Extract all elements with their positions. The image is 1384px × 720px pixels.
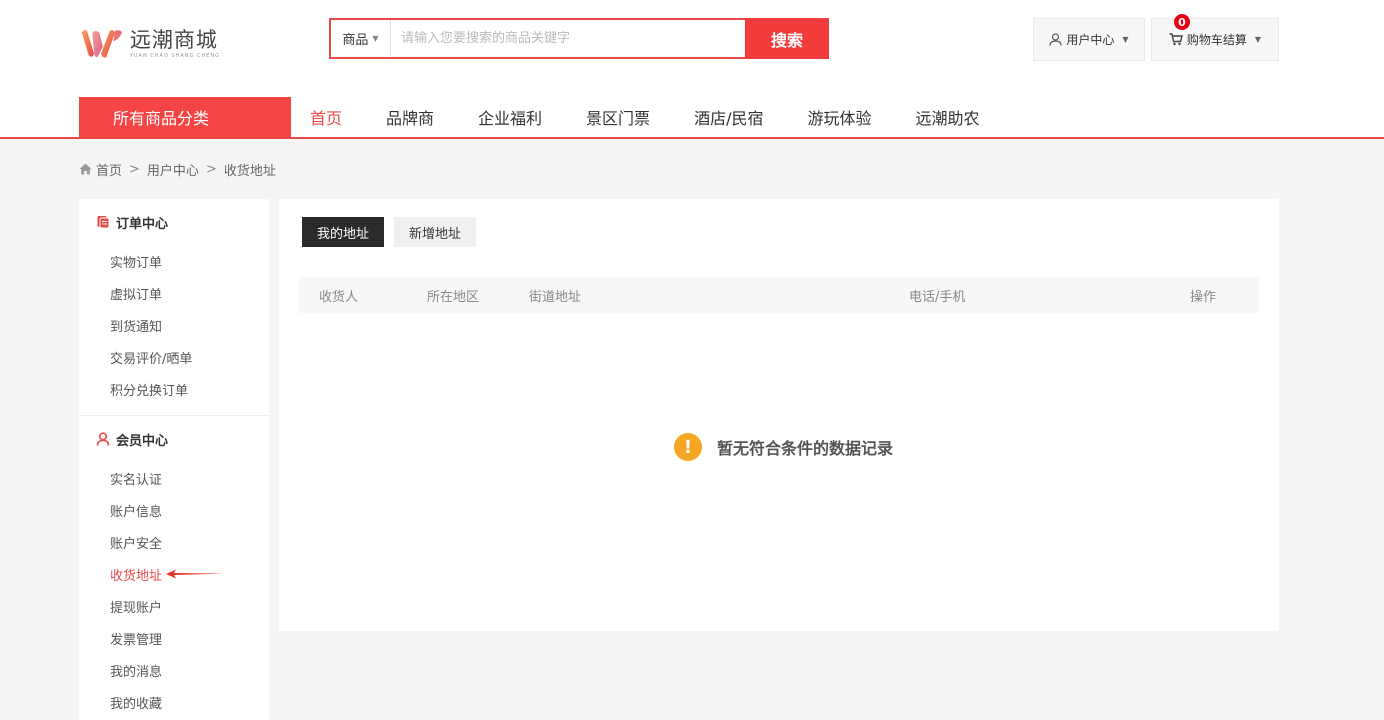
- nav-item-tickets[interactable]: 景区门票: [564, 97, 672, 137]
- search-type-select[interactable]: 商品 ▼: [331, 20, 391, 57]
- address-table-header: 收货人 所在地区 街道地址 电话/手机 操作: [299, 277, 1259, 313]
- sidebar-group-title: 会员中心: [79, 416, 269, 462]
- home-icon: [79, 163, 92, 175]
- all-categories-button[interactable]: 所有商品分类: [79, 97, 291, 137]
- warning-icon: !: [674, 433, 702, 461]
- address-panel: 我的地址 新增地址 收货人 所在地区 街道地址 电话/手机 操作 ! 暂无符合条…: [279, 199, 1279, 631]
- breadcrumb: 首页 > 用户中心 > 收货地址: [79, 160, 276, 179]
- sidebar-item-virtual-orders[interactable]: 虚拟订单: [79, 277, 269, 309]
- caret-down-icon: ▼: [372, 34, 379, 43]
- empty-state: ! 暂无符合条件的数据记录: [674, 433, 893, 461]
- sidebar-item-shipping-address[interactable]: 收货地址: [79, 558, 269, 590]
- nav-item-home[interactable]: 首页: [291, 97, 364, 137]
- cart-icon: [1169, 33, 1183, 46]
- nav-item-brands[interactable]: 品牌商: [364, 97, 456, 137]
- search-type-label: 商品: [342, 33, 369, 48]
- nav-item-enterprise-welfare[interactable]: 企业福利: [456, 97, 564, 137]
- sidebar-item-messages[interactable]: 我的消息: [79, 654, 269, 686]
- logo-subtitle: YUAN CHAO SHANG CHENG: [129, 53, 220, 59]
- sidebar-group-title-text: 会员中心: [116, 433, 169, 449]
- user-icon: [1049, 33, 1063, 46]
- sidebar-item-reviews[interactable]: 交易评价/晒单: [79, 341, 269, 373]
- nav-item-experiences[interactable]: 游玩体验: [785, 97, 893, 137]
- address-tabs: 我的地址 新增地址: [302, 217, 486, 247]
- cart-label: 购物车结算: [1186, 33, 1247, 47]
- user-center-dropdown[interactable]: 用户中心 ▼: [1033, 18, 1145, 61]
- main-nav: 所有商品分类 首页 品牌商 企业福利 景区门票 酒店/民宿 游玩体验 远潮助农: [0, 97, 1384, 139]
- sidebar-item-arrival-notice[interactable]: 到货通知: [79, 309, 269, 341]
- tab-my-address[interactable]: 我的地址: [302, 217, 385, 247]
- sidebar-group-orders: 订单中心 实物订单 虚拟订单 到货通知 交易评价/晒单 积分兑换订单: [79, 199, 269, 416]
- header: 远潮商城 YUAN CHAO SHANG CHENG 商品 ▼ 搜索 用户中心 …: [0, 0, 1384, 97]
- logo-icon: [81, 30, 123, 58]
- arrow-left-icon: [166, 569, 225, 579]
- column-header-street: 街道地址: [529, 289, 582, 305]
- search-button[interactable]: 搜索: [745, 18, 829, 59]
- logo-name: 远潮商城: [129, 28, 218, 52]
- nav-item-hotels[interactable]: 酒店/民宿: [672, 97, 785, 137]
- sidebar-item-label: 收货地址: [110, 568, 163, 584]
- tab-add-address[interactable]: 新增地址: [394, 217, 477, 247]
- column-header-actions: 操作: [1190, 289, 1217, 305]
- sidebar-group-title-text: 订单中心: [116, 216, 169, 232]
- cart-count-badge: 0: [1174, 14, 1190, 30]
- sidebar-item-points-orders[interactable]: 积分兑换订单: [79, 373, 269, 405]
- cart-dropdown[interactable]: 0 购物车结算 ▼: [1151, 14, 1279, 61]
- breadcrumb-separator: >: [129, 161, 140, 177]
- sidebar-group-title: 订单中心: [79, 199, 269, 245]
- sidebar-item-withdraw-account[interactable]: 提现账户: [79, 590, 269, 622]
- nav-items: 首页 品牌商 企业福利 景区门票 酒店/民宿 游玩体验 远潮助农: [291, 97, 1002, 137]
- breadcrumb-user-center[interactable]: 用户中心: [147, 160, 199, 179]
- sidebar-item-invoice[interactable]: 发票管理: [79, 622, 269, 654]
- caret-down-icon: ▼: [1122, 35, 1129, 44]
- sidebar-item-physical-orders[interactable]: 实物订单: [79, 245, 269, 277]
- sidebar-group-member: 会员中心 实名认证 账户信息 账户安全 收货地址 提现账户 发票管理 我的消息 …: [79, 416, 269, 718]
- breadcrumb-home[interactable]: 首页: [96, 160, 122, 179]
- column-header-phone: 电话/手机: [909, 289, 966, 305]
- sidebar: 订单中心 实物订单 虚拟订单 到货通知 交易评价/晒单 积分兑换订单 会员中心 …: [79, 199, 269, 720]
- breadcrumb-separator: >: [205, 161, 217, 177]
- sidebar-item-account-info[interactable]: 账户信息: [79, 494, 269, 526]
- sidebar-item-real-name[interactable]: 实名认证: [79, 462, 269, 494]
- member-icon: [96, 432, 110, 446]
- search-input[interactable]: [391, 20, 745, 57]
- logo[interactable]: 远潮商城 YUAN CHAO SHANG CHENG: [80, 24, 220, 64]
- empty-message: 暂无符合条件的数据记录: [717, 439, 894, 458]
- user-center-label: 用户中心: [1066, 33, 1115, 47]
- nav-item-agriculture[interactable]: 远潮助农: [893, 97, 1001, 137]
- search-bar: 商品 ▼ 搜索: [329, 18, 829, 59]
- order-icon: [97, 216, 110, 229]
- sidebar-item-favorites[interactable]: 我的收藏: [79, 686, 269, 718]
- breadcrumb-current: 收货地址: [223, 163, 276, 179]
- column-header-recipient: 收货人: [319, 289, 359, 305]
- caret-down-icon: ▼: [1254, 35, 1262, 44]
- sidebar-item-account-security[interactable]: 账户安全: [79, 526, 269, 558]
- column-header-region: 所在地区: [427, 289, 480, 305]
